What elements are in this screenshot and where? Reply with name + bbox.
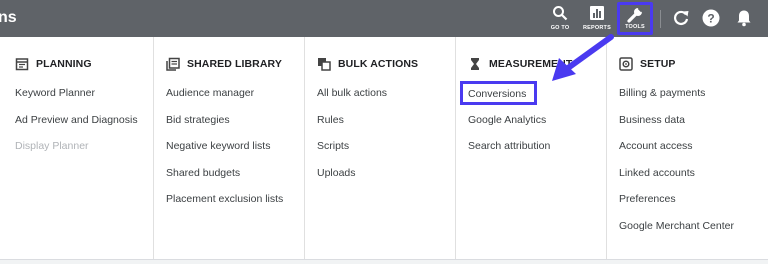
menu-item-rules[interactable]: Rules bbox=[317, 112, 387, 139]
search-icon bbox=[553, 6, 568, 21]
help-icon[interactable]: ? bbox=[701, 8, 721, 28]
column-header: SHARED LIBRARY bbox=[166, 56, 282, 72]
copy-icon bbox=[318, 58, 331, 71]
menu-item-display-planner: Display Planner bbox=[15, 140, 89, 153]
calendar-icon bbox=[15, 58, 29, 71]
page-background-strip bbox=[0, 260, 768, 264]
brand-title-fragment: ns bbox=[0, 9, 17, 26]
menu-item-bid-strategies[interactable]: Bid strategies bbox=[166, 112, 283, 139]
toolbar-divider bbox=[660, 10, 661, 28]
menu-item-account-access[interactable]: Account access bbox=[619, 138, 734, 165]
hourglass-icon bbox=[471, 58, 479, 70]
menu-item-linked-accounts[interactable]: Linked accounts bbox=[619, 165, 734, 192]
menu-item-scripts[interactable]: Scripts bbox=[317, 138, 387, 165]
column-title: PLANNING bbox=[36, 58, 92, 70]
menu-item-business-data[interactable]: Business data bbox=[619, 112, 734, 139]
menu-item-uploads[interactable]: Uploads bbox=[317, 165, 387, 192]
menu-item-keyword-planner[interactable]: Keyword Planner bbox=[15, 85, 138, 112]
svg-text:?: ? bbox=[707, 12, 714, 26]
tools-menu: PLANNING Keyword Planner Ad Preview and … bbox=[0, 37, 768, 259]
bell-icon[interactable] bbox=[734, 8, 754, 28]
bar-chart-icon bbox=[590, 6, 604, 20]
conversions-highlight[interactable]: Conversions bbox=[460, 81, 538, 105]
top-bar: ns GO TO REPORTS TOOLS ? bbox=[0, 0, 768, 37]
column-title: SETUP bbox=[640, 58, 676, 70]
reports-button[interactable]: REPORTS bbox=[580, 3, 614, 34]
column-setup: SETUP Billing & payments Business data A… bbox=[604, 37, 768, 259]
settings-box-icon bbox=[619, 57, 633, 71]
menu-item-all-bulk-actions[interactable]: All bulk actions bbox=[317, 85, 387, 112]
column-measurement: MEASUREMENT Conversions Google Analytics… bbox=[453, 37, 607, 259]
menu-item-google-merchant-center[interactable]: Google Merchant Center bbox=[619, 218, 734, 245]
menu-item-placement-exclusion-lists[interactable]: Placement exclusion lists bbox=[166, 191, 283, 218]
column-title: SHARED LIBRARY bbox=[187, 58, 282, 70]
menu-item-ad-preview[interactable]: Ad Preview and Diagnosis bbox=[15, 112, 138, 139]
refresh-icon[interactable] bbox=[671, 8, 691, 28]
menu-item-negative-keyword-lists[interactable]: Negative keyword lists bbox=[166, 138, 283, 165]
column-bulk-actions: BULK ACTIONS All bulk actions Rules Scri… bbox=[302, 37, 456, 259]
column-title: BULK ACTIONS bbox=[338, 58, 419, 70]
goto-button[interactable]: GO TO bbox=[543, 3, 577, 34]
column-header: BULK ACTIONS bbox=[317, 56, 418, 72]
menu-item-preferences[interactable]: Preferences bbox=[619, 191, 734, 218]
column-header: MEASUREMENT bbox=[468, 56, 572, 72]
column-header: PLANNING bbox=[15, 56, 92, 72]
tools-button[interactable]: TOOLS bbox=[617, 2, 653, 35]
menu-item-search-attribution[interactable]: Search attribution bbox=[468, 138, 550, 165]
menu-item-google-analytics[interactable]: Google Analytics bbox=[468, 112, 550, 139]
library-icon bbox=[166, 57, 180, 71]
goto-label: GO TO bbox=[550, 25, 570, 31]
column-title: MEASUREMENT bbox=[489, 58, 573, 70]
reports-label: REPORTS bbox=[583, 25, 611, 31]
menu-item-conversions[interactable]: Conversions bbox=[460, 81, 550, 112]
menu-item-audience-manager[interactable]: Audience manager bbox=[166, 85, 283, 112]
menu-item-shared-budgets[interactable]: Shared budgets bbox=[166, 165, 283, 192]
column-header: SETUP bbox=[619, 56, 676, 72]
wrench-icon bbox=[627, 7, 643, 23]
menu-item-billing-payments[interactable]: Billing & payments bbox=[619, 85, 734, 112]
column-planning: PLANNING Keyword Planner Ad Preview and … bbox=[0, 37, 153, 259]
tools-label: TOOLS bbox=[625, 24, 645, 30]
column-shared-library: SHARED LIBRARY Audience manager Bid stra… bbox=[151, 37, 305, 259]
